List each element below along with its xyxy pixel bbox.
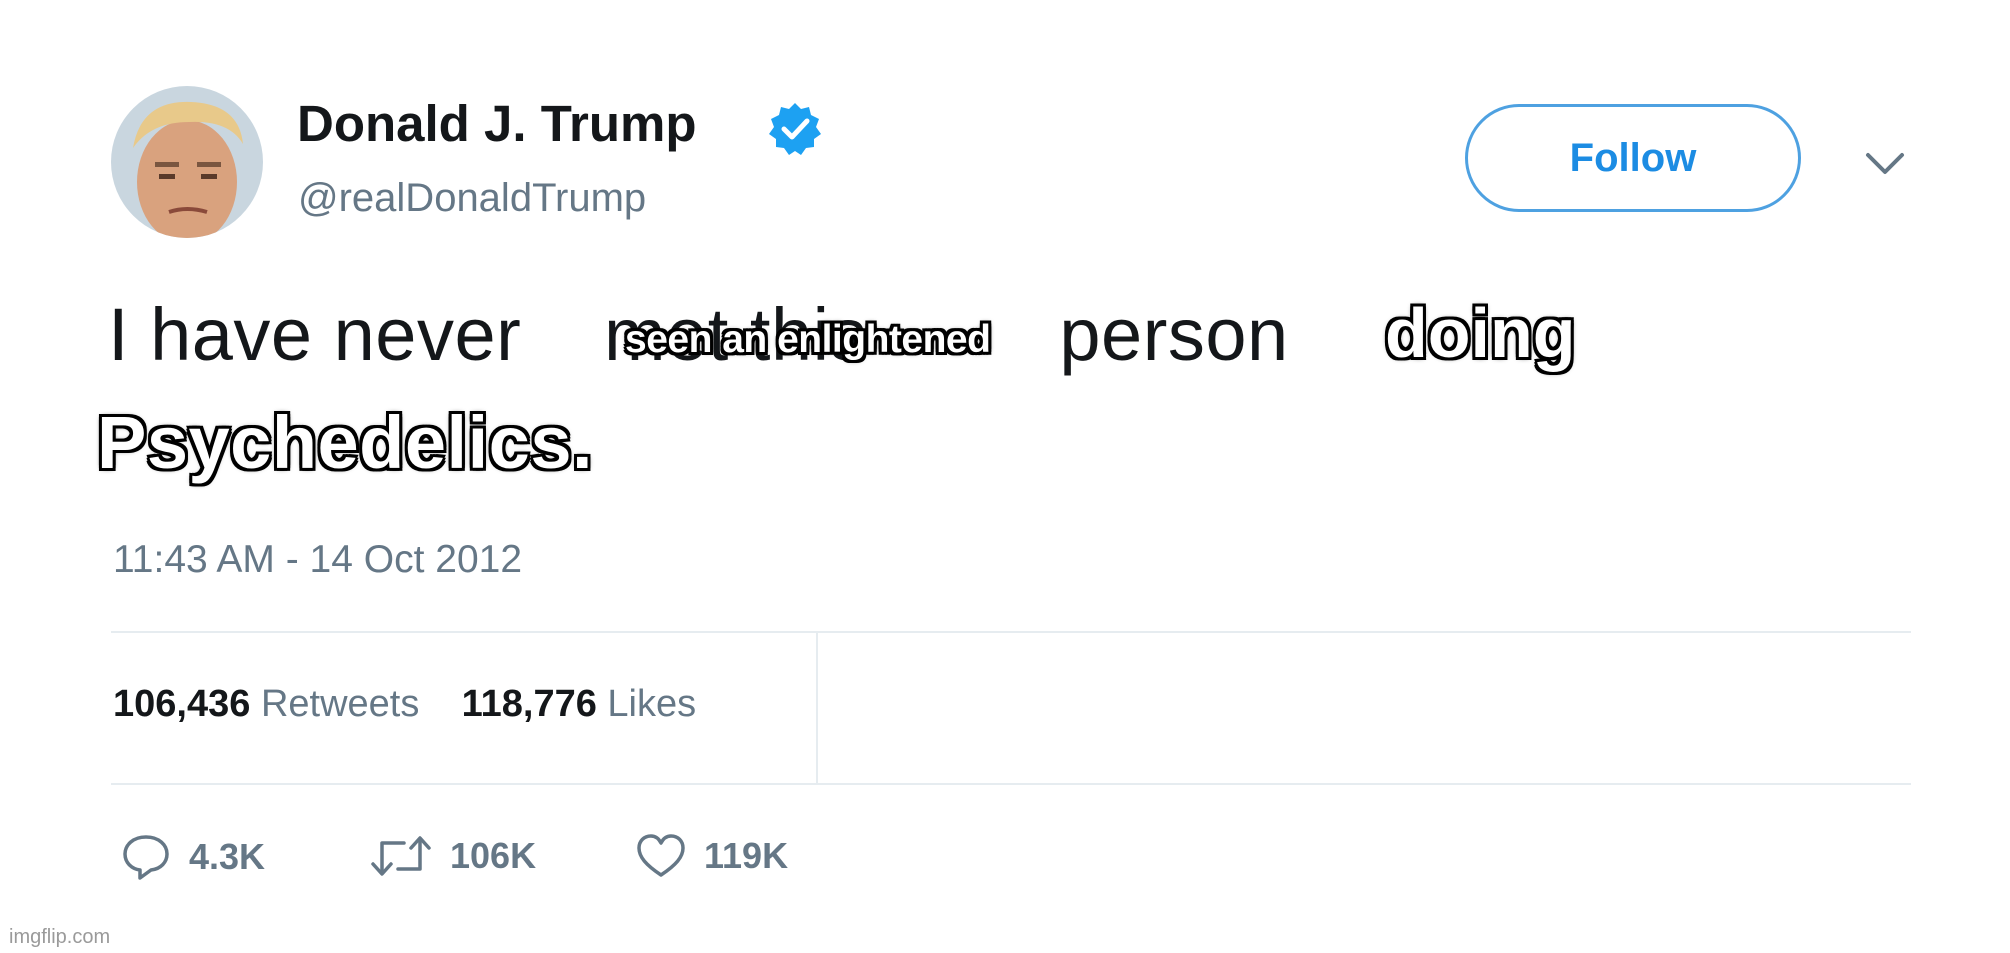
- author-handle[interactable]: @realDonaldTrump: [298, 176, 646, 221]
- reply-count: 4.3K: [189, 836, 266, 877]
- tweet-stats: 106,436 Retweets 118,776 Likes: [113, 683, 696, 726]
- reply-button[interactable]: 4.3K: [121, 833, 265, 881]
- avatar[interactable]: [111, 86, 263, 238]
- retweet-button[interactable]: 106K: [370, 833, 536, 879]
- chevron-down-icon[interactable]: [1864, 150, 1906, 178]
- retweet-icon: [371, 836, 431, 876]
- follow-button[interactable]: Follow: [1465, 104, 1801, 212]
- divider: [111, 783, 1911, 785]
- like-count: 119K: [704, 835, 789, 876]
- meme-caption-doing: doing: [1385, 294, 1576, 372]
- retweets-label[interactable]: Retweets: [261, 683, 419, 725]
- tweet-text-end: person: [1059, 293, 1289, 376]
- avatar-photo: [111, 86, 263, 238]
- watermark: imgflip.com: [9, 926, 111, 948]
- like-button[interactable]: 119K: [636, 833, 788, 879]
- reply-icon: [123, 835, 169, 880]
- verified-badge-icon: [766, 100, 824, 158]
- divider: [111, 631, 1911, 633]
- tweet-text-start: I have never: [108, 293, 522, 376]
- vertical-divider: [816, 633, 818, 783]
- meme-caption-psychedelics: Psychedelics.: [97, 401, 594, 484]
- likes-count[interactable]: 118,776: [462, 683, 597, 725]
- heart-icon: [637, 834, 685, 877]
- likes-label[interactable]: Likes: [607, 683, 696, 725]
- retweet-count: 106K: [450, 835, 537, 876]
- meme-caption-small: seen an enlightened: [625, 318, 991, 361]
- author-name[interactable]: Donald J. Trump: [297, 94, 697, 153]
- tweet-timestamp[interactable]: 11:43 AM - 14 Oct 2012: [113, 538, 522, 582]
- retweets-count[interactable]: 106,436: [113, 683, 250, 725]
